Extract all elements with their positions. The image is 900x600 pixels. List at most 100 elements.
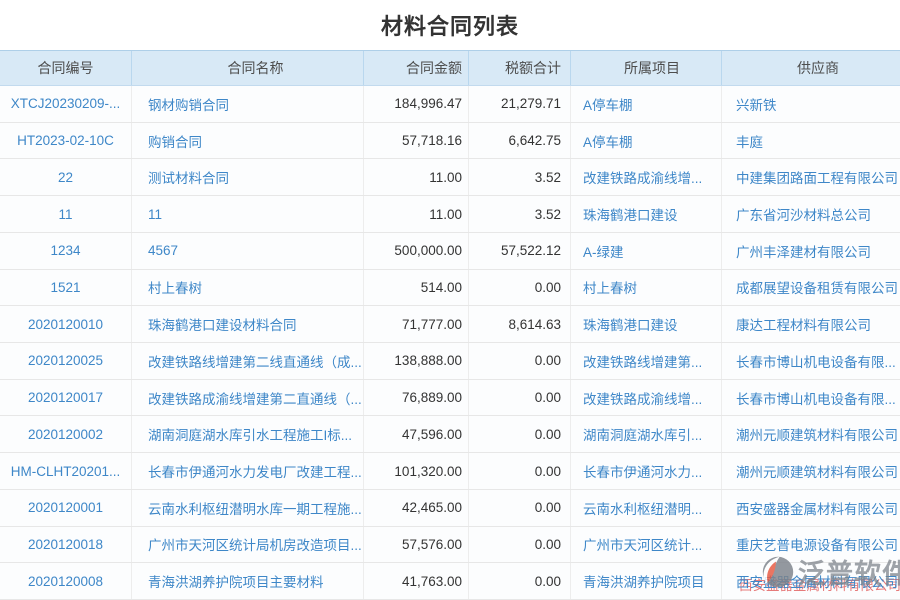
supplier-link[interactable]: 重庆艺普电源设备有限公司 [722,527,900,563]
project-link[interactable]: 村上春树 [571,270,722,306]
project-link[interactable]: 珠海鹤港口建设 [571,196,722,232]
contract-name-link[interactable]: 11 [132,196,364,232]
contract-amount-value: 57,718.16 [364,123,469,159]
material-contract-table: 合同编号 合同名称 合同金额 税额合计 所属项目 供应商 XTCJ2023020… [0,50,900,600]
contract-amount-value: 42,465.00 [364,490,469,526]
supplier-link[interactable]: 潮州元顺建筑材料有限公司 [722,453,900,489]
page-title: 材料合同列表 [381,9,519,41]
contract-number-link[interactable]: 2020120008 [0,563,132,599]
contract-number-link[interactable]: 11 [0,196,132,232]
table-row: 1521 村上春树 514.00 0.00 村上春树 成都展望设备租赁有限公司 [0,270,900,307]
supplier-link[interactable]: 长春市博山机电设备有限... [722,380,900,416]
contract-amount-value: 138,888.00 [364,343,469,379]
contract-amount-value: 184,996.47 [364,86,469,122]
table-row: 22 测试材料合同 11.00 3.52 改建铁路成渝线增... 中建集团路面工… [0,159,900,196]
project-link[interactable]: 广州市天河区统计... [571,527,722,563]
contract-number-link[interactable]: 1234 [0,233,132,269]
contract-amount-value: 500,000.00 [364,233,469,269]
project-link[interactable]: 云南水利枢纽潜明... [571,490,722,526]
table-row: 2020120018 广州市天河区统计局机房改造项目... 57,576.00 … [0,527,900,564]
title-bar: 材料合同列表 [0,0,900,50]
tax-total-value: 0.00 [469,453,571,489]
project-link[interactable]: 改建铁路成渝线增... [571,159,722,195]
col-header-contract-number: 合同编号 [0,51,132,85]
project-link[interactable]: A停车棚 [571,123,722,159]
project-link[interactable]: A-绿建 [571,233,722,269]
supplier-link[interactable]: 广东省河沙材料总公司 [722,196,900,232]
tax-total-value: 3.52 [469,159,571,195]
supplier-link[interactable]: 兴新铁 [722,86,900,122]
contract-name-link[interactable]: 珠海鹤港口建设材料合同 [132,306,364,342]
tax-total-value: 0.00 [469,563,571,599]
contract-number-link[interactable]: 22 [0,159,132,195]
tax-total-value: 8,614.63 [469,306,571,342]
contract-amount-value: 41,763.00 [364,563,469,599]
project-link[interactable]: 湖南洞庭湖水库引... [571,416,722,452]
contract-number-link[interactable]: 2020120017 [0,380,132,416]
col-header-tax-total: 税额合计 [469,51,571,85]
contract-number-link[interactable]: 2020120010 [0,306,132,342]
tax-total-value: 0.00 [469,343,571,379]
table-row: XTCJ20230209-... 钢材购销合同 184,996.47 21,27… [0,86,900,123]
table-row: 2020120001 云南水利枢纽潜明水库一期工程施... 42,465.00 … [0,490,900,527]
tax-total-value: 6,642.75 [469,123,571,159]
contract-amount-value: 514.00 [364,270,469,306]
tax-total-value: 0.00 [469,490,571,526]
project-link[interactable]: A停车棚 [571,86,722,122]
contract-amount-value: 11.00 [364,159,469,195]
col-header-contract-name: 合同名称 [132,51,364,85]
contract-name-link[interactable]: 云南水利枢纽潜明水库一期工程施... [132,490,364,526]
table-row: 2020120008 青海洪湖养护院项目主要材料 41,763.00 0.00 … [0,563,900,600]
table-header-row: 合同编号 合同名称 合同金额 税额合计 所属项目 供应商 [0,50,900,86]
supplier-link[interactable]: 广州丰泽建材有限公司 [722,233,900,269]
col-header-supplier: 供应商 [722,51,900,85]
supplier-link[interactable]: 长春市博山机电设备有限... [722,343,900,379]
contract-name-link[interactable]: 青海洪湖养护院项目主要材料 [132,563,364,599]
page: 材料合同列表 合同编号 合同名称 合同金额 税额合计 所属项目 供应商 XTCJ… [0,0,900,600]
contract-number-link[interactable]: 2020120025 [0,343,132,379]
contract-name-link[interactable]: 钢材购销合同 [132,86,364,122]
contract-name-link[interactable]: 村上春树 [132,270,364,306]
contract-amount-value: 76,889.00 [364,380,469,416]
supplier-link[interactable]: 成都展望设备租赁有限公司 [722,270,900,306]
tax-total-value: 0.00 [469,380,571,416]
contract-number-link[interactable]: 2020120002 [0,416,132,452]
contract-name-link[interactable]: 湖南洞庭湖水库引水工程施工I标... [132,416,364,452]
contract-name-link[interactable]: 4567 [132,233,364,269]
contract-name-link[interactable]: 广州市天河区统计局机房改造项目... [132,527,364,563]
contract-name-link[interactable]: 改建铁路成渝线增建第二直通线（... [132,380,364,416]
tax-total-value: 0.00 [469,527,571,563]
table-row: 1234 4567 500,000.00 57,522.12 A-绿建 广州丰泽… [0,233,900,270]
contract-number-link[interactable]: 2020120018 [0,527,132,563]
project-link[interactable]: 珠海鹤港口建设 [571,306,722,342]
contract-name-link[interactable]: 测试材料合同 [132,159,364,195]
supplier-link[interactable]: 康达工程材料有限公司 [722,306,900,342]
supplier-link[interactable]: 潮州元顺建筑材料有限公司 [722,416,900,452]
contract-number-link[interactable]: XTCJ20230209-... [0,86,132,122]
col-header-contract-amount: 合同金额 [364,51,469,85]
contract-number-link[interactable]: HT2023-02-10C [0,123,132,159]
col-header-project: 所属项目 [571,51,722,85]
table-body: XTCJ20230209-... 钢材购销合同 184,996.47 21,27… [0,86,900,600]
contract-name-link[interactable]: 购销合同 [132,123,364,159]
contract-number-link[interactable]: 1521 [0,270,132,306]
project-link[interactable]: 长春市伊通河水力... [571,453,722,489]
tax-total-value: 0.00 [469,416,571,452]
project-link[interactable]: 青海洪湖养护院项目 [571,563,722,599]
contract-name-link[interactable]: 长春市伊通河水力发电厂改建工程... [132,453,364,489]
table-row: HM-CLHT20201... 长春市伊通河水力发电厂改建工程... 101,3… [0,453,900,490]
contract-number-link[interactable]: 2020120001 [0,490,132,526]
contract-amount-value: 101,320.00 [364,453,469,489]
contract-amount-value: 57,576.00 [364,527,469,563]
supplier-link[interactable]: 西安盛器金属材料有限公司 [722,490,900,526]
project-link[interactable]: 改建铁路成渝线增... [571,380,722,416]
tax-total-value: 0.00 [469,270,571,306]
supplier-link[interactable]: 中建集团路面工程有限公司 [722,159,900,195]
table-row: 2020120025 改建铁路线增建第二线直通线（成... 138,888.00… [0,343,900,380]
contract-number-link[interactable]: HM-CLHT20201... [0,453,132,489]
project-link[interactable]: 改建铁路线增建第... [571,343,722,379]
supplier-link[interactable]: 丰庭 [722,123,900,159]
supplier-link[interactable]: 西安盛器金属材料有限公司 [722,563,900,599]
contract-name-link[interactable]: 改建铁路线增建第二线直通线（成... [132,343,364,379]
tax-total-value: 57,522.12 [469,233,571,269]
